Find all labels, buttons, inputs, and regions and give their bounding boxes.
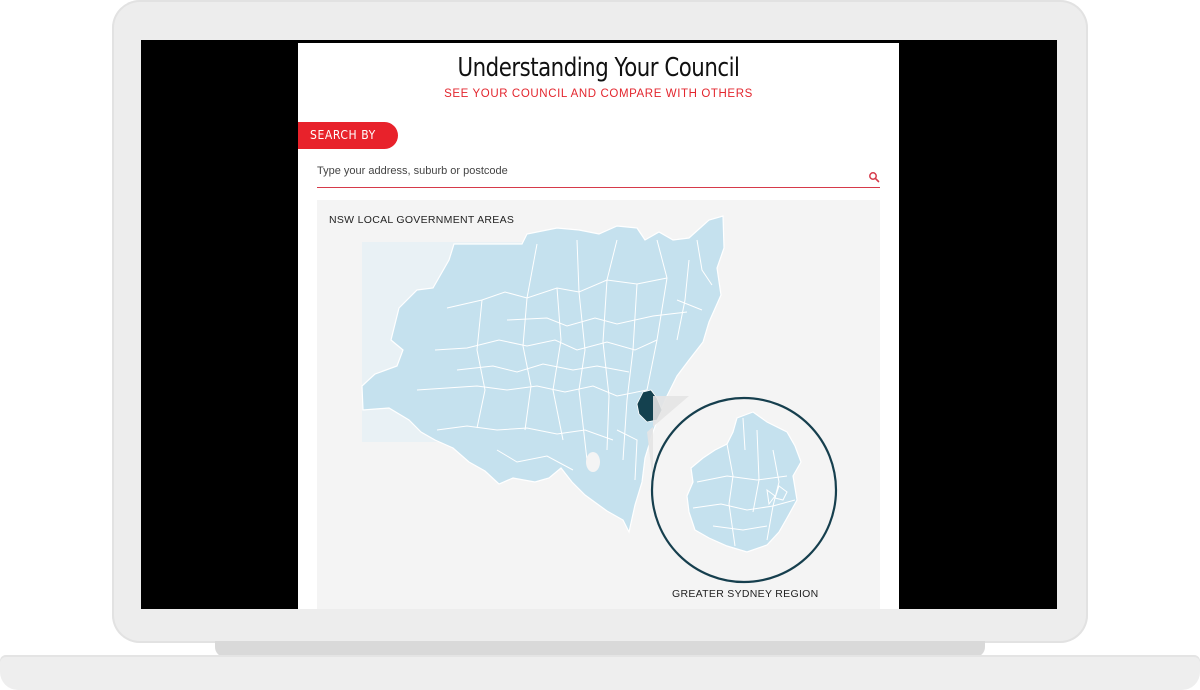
page-subtitle: SEE YOUR COUNCIL AND COMPARE WITH OTHERS — [444, 88, 753, 100]
page-title: Understanding Your Council — [457, 53, 740, 83]
search-bar — [317, 161, 880, 188]
search-icon[interactable] — [868, 171, 880, 183]
laptop-base — [0, 655, 1200, 690]
inset-label: GREATER SYDNEY REGION — [672, 588, 819, 600]
lake-shape — [586, 452, 600, 472]
nsw-map — [361, 215, 838, 584]
web-page: Understanding Your Council SEE YOUR COUN… — [298, 43, 899, 609]
laptop-screen: Understanding Your Council SEE YOUR COUN… — [141, 40, 1057, 609]
search-by-map-tab[interactable]: SEARCH BY MAP — [298, 122, 398, 169]
search-input[interactable] — [317, 161, 857, 177]
map-panel: NSW LOCAL GOVERNMENT AREAS GREATER SYDNE… — [317, 200, 880, 609]
